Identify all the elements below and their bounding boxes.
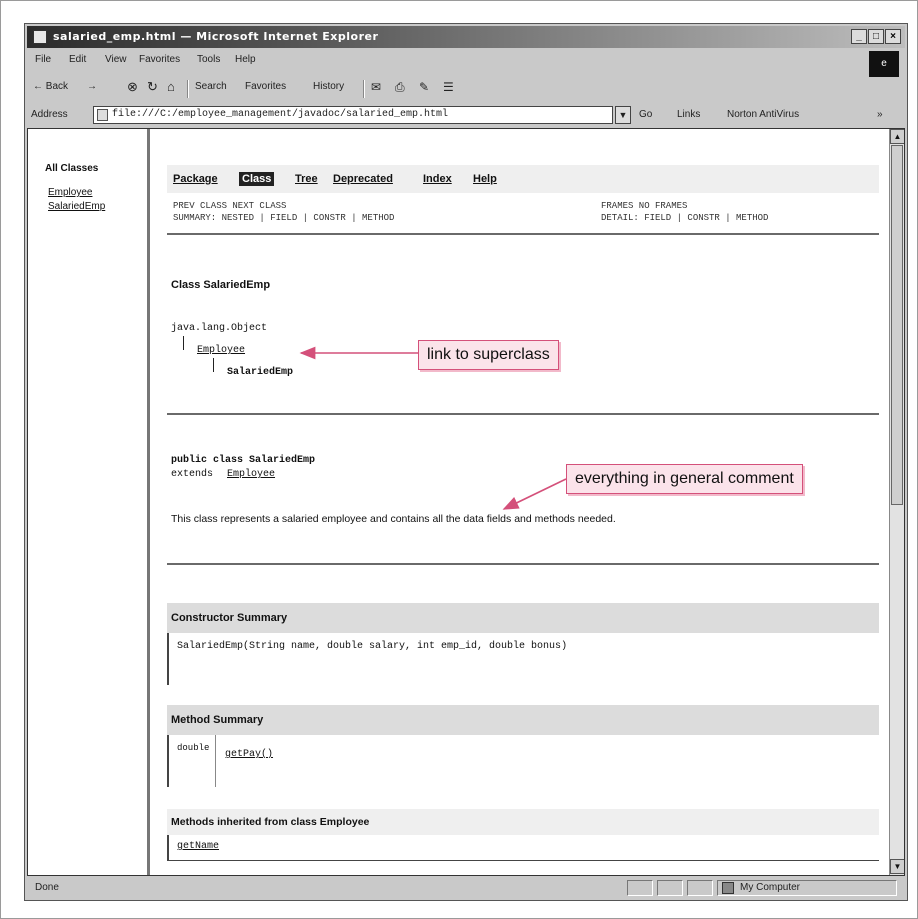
- status-text: Done: [35, 882, 59, 893]
- constructor-summary-table: SalariedEmp(String name, double salary, …: [167, 633, 879, 685]
- method-summary-table: double getPay(): [167, 735, 879, 787]
- constructor-summary-title: Constructor Summary: [171, 612, 288, 624]
- toolbar-separator: [187, 80, 189, 98]
- menu-favorites[interactable]: Favorites: [139, 54, 180, 65]
- frames-links[interactable]: FRAMES NO FRAMES: [601, 201, 687, 211]
- browser-app-icon: [33, 30, 47, 44]
- menu-bar: File Edit View Favorites Tools Help: [27, 50, 905, 70]
- superclass-link[interactable]: Employee: [197, 345, 245, 356]
- status-cell: [657, 880, 683, 896]
- status-bar: Done My Computer: [27, 878, 905, 898]
- nav-deprecated[interactable]: Deprecated: [333, 173, 393, 185]
- class-list-frame: All Classes Employee SalariedEmp: [28, 129, 150, 875]
- computer-icon: [722, 882, 734, 894]
- extends-link[interactable]: Employee: [227, 469, 275, 480]
- home-icon[interactable]: ⌂: [167, 79, 175, 94]
- close-button[interactable]: ×: [885, 29, 901, 44]
- scroll-down-icon[interactable]: ▼: [890, 859, 904, 874]
- callout-superclass: link to superclass: [418, 340, 559, 370]
- status-cell: [687, 880, 713, 896]
- constructor-summary-header: Constructor Summary: [167, 603, 879, 633]
- extends-keyword: extends: [171, 469, 214, 480]
- method-link-getpay[interactable]: getPay(): [225, 749, 273, 760]
- vertical-scrollbar[interactable]: ▲ ▼: [889, 129, 904, 875]
- menu-edit[interactable]: Edit: [69, 54, 86, 65]
- page-icon: [97, 109, 108, 121]
- class-link-employee[interactable]: Employee: [48, 187, 92, 198]
- favorites-button[interactable]: Favorites: [245, 81, 286, 92]
- tree-root: java.lang.Object: [171, 323, 268, 334]
- menu-tools[interactable]: Tools: [197, 54, 220, 65]
- doc-nav-bar: Package Class Tree Deprecated Index Help: [167, 165, 879, 193]
- class-detail-frame: Package Class Tree Deprecated Index Help…: [153, 129, 889, 875]
- figure-frame: salaried_emp.html — Microsoft Internet E…: [0, 0, 918, 919]
- scroll-up-icon[interactable]: ▲: [890, 129, 904, 144]
- divider: [167, 413, 879, 415]
- class-title: Class SalariedEmp: [171, 279, 271, 291]
- menu-file[interactable]: File: [35, 54, 51, 65]
- column-divider: [215, 735, 216, 787]
- print-icon[interactable]: ⎙: [395, 80, 405, 95]
- constructor-row[interactable]: SalariedEmp(String name, double salary, …: [177, 641, 567, 652]
- zone-cell: My Computer: [717, 880, 897, 896]
- method-return-type: double: [177, 743, 210, 753]
- toolbar-separator: [363, 80, 365, 98]
- links-button[interactable]: Links: [677, 109, 700, 120]
- all-classes-title: All Classes: [45, 163, 99, 174]
- address-input[interactable]: file:///C:/employee_management/javadoc/s…: [93, 106, 613, 124]
- callout-general-comment: everything in general comment: [566, 464, 803, 494]
- method-summary-title: Method Summary: [171, 714, 264, 726]
- minimize-button[interactable]: _: [851, 29, 867, 44]
- zone-text: My Computer: [740, 882, 801, 893]
- inherited-methods-header: Methods inherited from class Employee: [167, 809, 879, 835]
- toolbar: ← Back → ⊗ ↻ ⌂ Search Favorites History …: [27, 76, 847, 102]
- mail-icon[interactable]: ✉: [371, 80, 381, 94]
- nav-index[interactable]: Index: [423, 173, 452, 185]
- menu-view[interactable]: View: [105, 54, 127, 65]
- inherited-methods-title: Methods inherited from class Employee: [171, 816, 370, 828]
- scroll-thumb[interactable]: [891, 145, 903, 505]
- browser-content: All Classes Employee SalariedEmp Package…: [27, 128, 905, 876]
- window-title: salaried_emp.html — Microsoft Internet E…: [53, 30, 379, 43]
- nav-package[interactable]: Package: [173, 173, 218, 185]
- summary-links[interactable]: SUMMARY: NESTED | FIELD | CONSTR | METHO…: [173, 213, 394, 223]
- edit-icon[interactable]: ✎: [419, 80, 429, 94]
- more-chevron-icon[interactable]: »: [877, 109, 883, 120]
- history-button[interactable]: History: [313, 81, 344, 92]
- prev-next-class[interactable]: PREV CLASS NEXT CLASS: [173, 201, 286, 211]
- address-label: Address: [31, 109, 68, 120]
- nav-tree[interactable]: Tree: [295, 173, 318, 185]
- general-comment: This class represents a salaried employe…: [171, 513, 616, 525]
- nav-class: Class: [239, 172, 275, 186]
- divider: [167, 233, 879, 235]
- class-declaration: public class SalariedEmp: [171, 455, 316, 466]
- divider: [167, 563, 879, 565]
- browser-window: salaried_emp.html — Microsoft Internet E…: [24, 23, 908, 901]
- stop-icon[interactable]: ⊗: [127, 79, 138, 95]
- title-bar: salaried_emp.html — Microsoft Internet E…: [27, 26, 905, 48]
- back-button[interactable]: ← Back: [33, 81, 68, 92]
- search-button[interactable]: Search: [195, 81, 227, 92]
- detail-links[interactable]: DETAIL: FIELD | CONSTR | METHOD: [601, 213, 768, 223]
- refresh-icon[interactable]: ↻: [147, 79, 158, 95]
- address-bar: Address file:///C:/employee_management/j…: [27, 104, 905, 126]
- tree-self: SalariedEmp: [227, 367, 294, 378]
- menu-help[interactable]: Help: [235, 54, 256, 65]
- go-button[interactable]: Go: [639, 109, 652, 120]
- inherited-link-getname[interactable]: getName: [177, 841, 219, 852]
- method-summary-header: Method Summary: [167, 705, 879, 735]
- address-dropdown-icon[interactable]: ▼: [615, 106, 631, 124]
- forward-button[interactable]: →: [87, 81, 97, 92]
- inherited-methods-table: getName: [167, 835, 879, 861]
- maximize-button[interactable]: □: [868, 29, 884, 44]
- norton-toolbar[interactable]: Norton AntiVirus: [727, 109, 799, 120]
- nav-help[interactable]: Help: [473, 173, 497, 185]
- class-link-salariedemp[interactable]: SalariedEmp: [48, 201, 105, 212]
- tree-connector: [183, 336, 184, 350]
- ie-throbber-icon: e: [869, 51, 899, 77]
- discuss-icon[interactable]: ☰: [443, 80, 454, 94]
- tree-connector: [213, 358, 214, 372]
- status-cell: [627, 880, 653, 896]
